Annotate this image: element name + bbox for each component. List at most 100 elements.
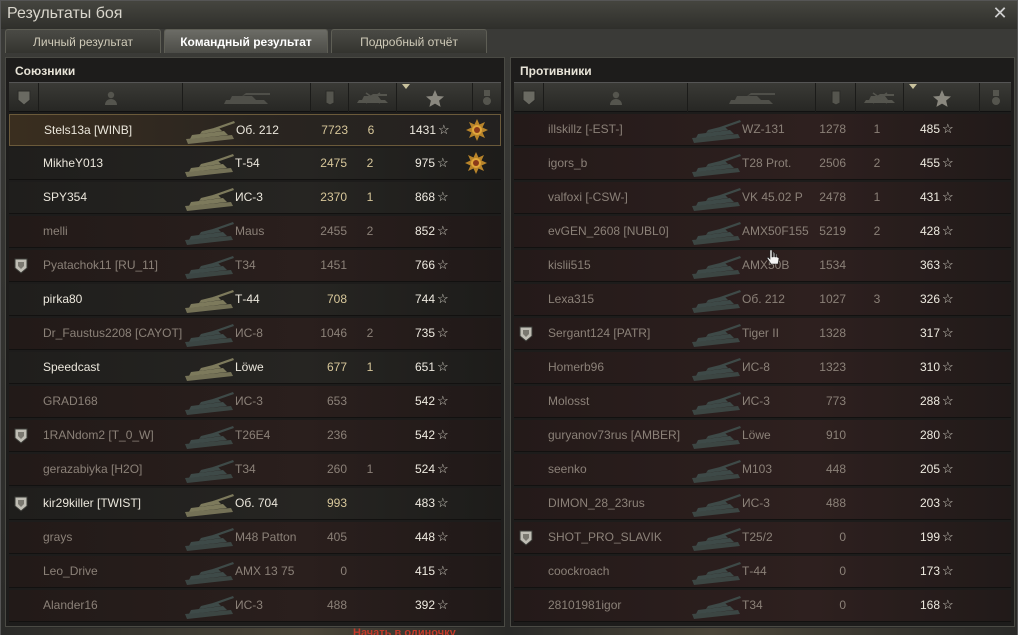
- player-name[interactable]: Sergant124 [PATR]: [548, 326, 650, 340]
- table-row[interactable]: Molosst ИС-3 773 288 ☆: [514, 386, 1011, 418]
- tank-icon: [183, 218, 235, 246]
- player-name[interactable]: Speedcast: [43, 360, 100, 374]
- table-row[interactable]: Dr_Faustus2208 [CAYOT] ИС-8 1046 2 735 ☆: [9, 318, 501, 350]
- player-name[interactable]: grays: [43, 530, 72, 544]
- table-row[interactable]: Pyatachok11 [RU_11] T34 1451 766 ☆: [9, 250, 501, 282]
- player-name[interactable]: valfoxi [-CSW-]: [548, 190, 628, 204]
- table-row[interactable]: evGEN_2608 [NUBL0] AMX50F155 5219 2 428 ☆: [514, 216, 1011, 248]
- medal-icon[interactable]: [466, 119, 488, 141]
- window-title: Результаты боя: [7, 5, 123, 22]
- player-name[interactable]: GRAD168: [43, 394, 98, 408]
- player-name[interactable]: seenko: [548, 462, 587, 476]
- damage-value: 2506: [819, 156, 846, 170]
- sort-by-player-icon[interactable]: [544, 83, 688, 113]
- vehicle-name: Т-54: [235, 156, 260, 170]
- vehicle-name: M48 Patton: [235, 530, 297, 544]
- player-name[interactable]: kir29killer [TWIST]: [43, 496, 141, 510]
- sort-by-medal-icon[interactable]: [980, 83, 1011, 113]
- table-row[interactable]: MikheY013 Т-54 2475 2 975 ☆: [9, 148, 501, 180]
- player-name[interactable]: illskillz [-EST-]: [548, 122, 623, 136]
- sort-by-vehicle-icon[interactable]: [183, 83, 311, 113]
- table-row[interactable]: melli Maus 2455 2 852 ☆: [9, 216, 501, 248]
- player-name[interactable]: kislii515: [548, 258, 591, 272]
- player-name[interactable]: Homerb96: [548, 360, 604, 374]
- damage-value: 677: [326, 360, 347, 374]
- table-row[interactable]: kir29killer [TWIST] Об. 704 993 483 ☆: [9, 488, 501, 520]
- player-name[interactable]: melli: [43, 224, 68, 238]
- vehicle-name: T25/2: [742, 530, 773, 544]
- table-row[interactable]: kislii515 AMX50B 1534 363 ☆: [514, 250, 1011, 282]
- player-name[interactable]: Pyatachok11 [RU_11]: [43, 258, 158, 272]
- table-row[interactable]: guryanov73rus [AMBER] Löwe 910 280 ☆: [514, 420, 1011, 452]
- player-name[interactable]: guryanov73rus [AMBER]: [548, 428, 680, 442]
- close-icon[interactable]: ✕: [991, 4, 1009, 22]
- player-name[interactable]: DIMON_28_23rus: [548, 496, 645, 510]
- table-row[interactable]: Lexa315 Об. 212 1027 3 326 ☆: [514, 284, 1011, 316]
- table-row[interactable]: SPY354 ИС-3 2370 1 868 ☆: [9, 182, 501, 214]
- table-row[interactable]: Speedcast Löwe 677 1 651 ☆: [9, 352, 501, 384]
- table-row[interactable]: Sergant124 [PATR] Tiger II 1328 317 ☆: [514, 318, 1011, 350]
- xp-value: 483: [414, 496, 435, 510]
- table-row[interactable]: SHOT_PRO_SLAVIK T25/2 0 199 ☆: [514, 522, 1011, 554]
- vehicle-name: T26E4: [235, 428, 271, 442]
- table-row[interactable]: GRAD168 ИС-3 653 542 ☆: [9, 386, 501, 418]
- table-row[interactable]: seenko M103 448 205 ☆: [514, 454, 1011, 486]
- player-name[interactable]: evGEN_2608 [NUBL0]: [548, 224, 669, 238]
- xp-value: 280: [919, 428, 940, 442]
- sort-by-vehicle-icon[interactable]: [688, 83, 816, 113]
- player-name[interactable]: igors_b: [548, 156, 587, 170]
- table-row[interactable]: Homerb96 ИС-8 1323 310 ☆: [514, 352, 1011, 384]
- table-row[interactable]: Alander16 ИС-3 488 392 ☆: [9, 590, 501, 622]
- table-row[interactable]: Leo_Drive AMX 13 75 0 415 ☆: [9, 556, 501, 588]
- tab-personal-result[interactable]: Личный результат: [5, 29, 161, 53]
- player-name[interactable]: SHOT_PRO_SLAVIK: [548, 530, 662, 544]
- sort-by-medal-icon[interactable]: [473, 83, 501, 113]
- table-row[interactable]: coockroach Т-44 0 173 ☆: [514, 556, 1011, 588]
- vehicle-name: T28 Prot.: [742, 156, 792, 170]
- player-name[interactable]: SPY354: [43, 190, 87, 204]
- table-row[interactable]: pirka80 Т-44 708 744 ☆: [9, 284, 501, 316]
- player-name[interactable]: MikheY013: [43, 156, 103, 170]
- sort-by-kills-icon[interactable]: [856, 83, 904, 113]
- tank-icon: [183, 524, 235, 552]
- medal-icon[interactable]: [465, 152, 487, 174]
- player-name[interactable]: coockroach: [548, 564, 609, 578]
- table-row[interactable]: 1RANdom2 [T_0_W] T26E4 236 542 ☆: [9, 420, 501, 452]
- tank-icon: [183, 592, 235, 620]
- player-name[interactable]: 28101981igor: [548, 598, 621, 612]
- table-row[interactable]: gerazabiyka [H2O] T34 260 1 524 ☆: [9, 454, 501, 486]
- player-name[interactable]: Lexa315: [548, 292, 594, 306]
- player-name[interactable]: Stels13a [WINB]: [44, 123, 132, 137]
- table-row[interactable]: illskillz [-EST-] WZ-131 1278 1 485 ☆: [514, 114, 1011, 146]
- star-icon: ☆: [437, 257, 449, 272]
- table-row[interactable]: 28101981igor T34 0 168 ☆: [514, 590, 1011, 622]
- table-row[interactable]: DIMON_28_23rus ИС-3 488 203 ☆: [514, 488, 1011, 520]
- sort-by-xp-icon[interactable]: [397, 83, 473, 113]
- table-row[interactable]: Stels13a [WINB] Об. 212 7723 6 1431 ☆: [9, 114, 501, 146]
- sort-by-badge-icon[interactable]: [9, 83, 39, 113]
- sort-by-damage-icon[interactable]: [311, 83, 349, 113]
- vehicle-name: Tiger II: [742, 326, 779, 340]
- tank-icon: [690, 490, 742, 518]
- sort-by-player-icon[interactable]: [39, 83, 183, 113]
- xp-value: 392: [414, 598, 435, 612]
- clan-badge-icon: [519, 530, 533, 546]
- sort-by-xp-icon[interactable]: [904, 83, 980, 113]
- table-row[interactable]: grays M48 Patton 405 448 ☆: [9, 522, 501, 554]
- player-name[interactable]: Molosst: [548, 394, 589, 408]
- tab-detailed-report[interactable]: Подробный отчёт: [331, 29, 487, 53]
- sort-by-damage-icon[interactable]: [816, 83, 856, 113]
- tab-team-result[interactable]: Командный результат: [164, 29, 328, 53]
- player-name[interactable]: Alander16: [43, 598, 98, 612]
- damage-value: 1027: [819, 292, 846, 306]
- player-name[interactable]: pirka80: [43, 292, 82, 306]
- player-name[interactable]: Dr_Faustus2208 [CAYOT]: [43, 326, 182, 340]
- sort-by-badge-icon[interactable]: [514, 83, 544, 113]
- player-name[interactable]: gerazabiyka [H2O]: [43, 462, 142, 476]
- table-row[interactable]: valfoxi [-CSW-] VK 45.02 P 2478 1 431 ☆: [514, 182, 1011, 214]
- kills-value: 2: [366, 156, 374, 170]
- sort-by-kills-icon[interactable]: [349, 83, 397, 113]
- player-name[interactable]: Leo_Drive: [43, 564, 98, 578]
- player-name[interactable]: 1RANdom2 [T_0_W]: [43, 428, 154, 442]
- table-row[interactable]: igors_b T28 Prot. 2506 2 455 ☆: [514, 148, 1011, 180]
